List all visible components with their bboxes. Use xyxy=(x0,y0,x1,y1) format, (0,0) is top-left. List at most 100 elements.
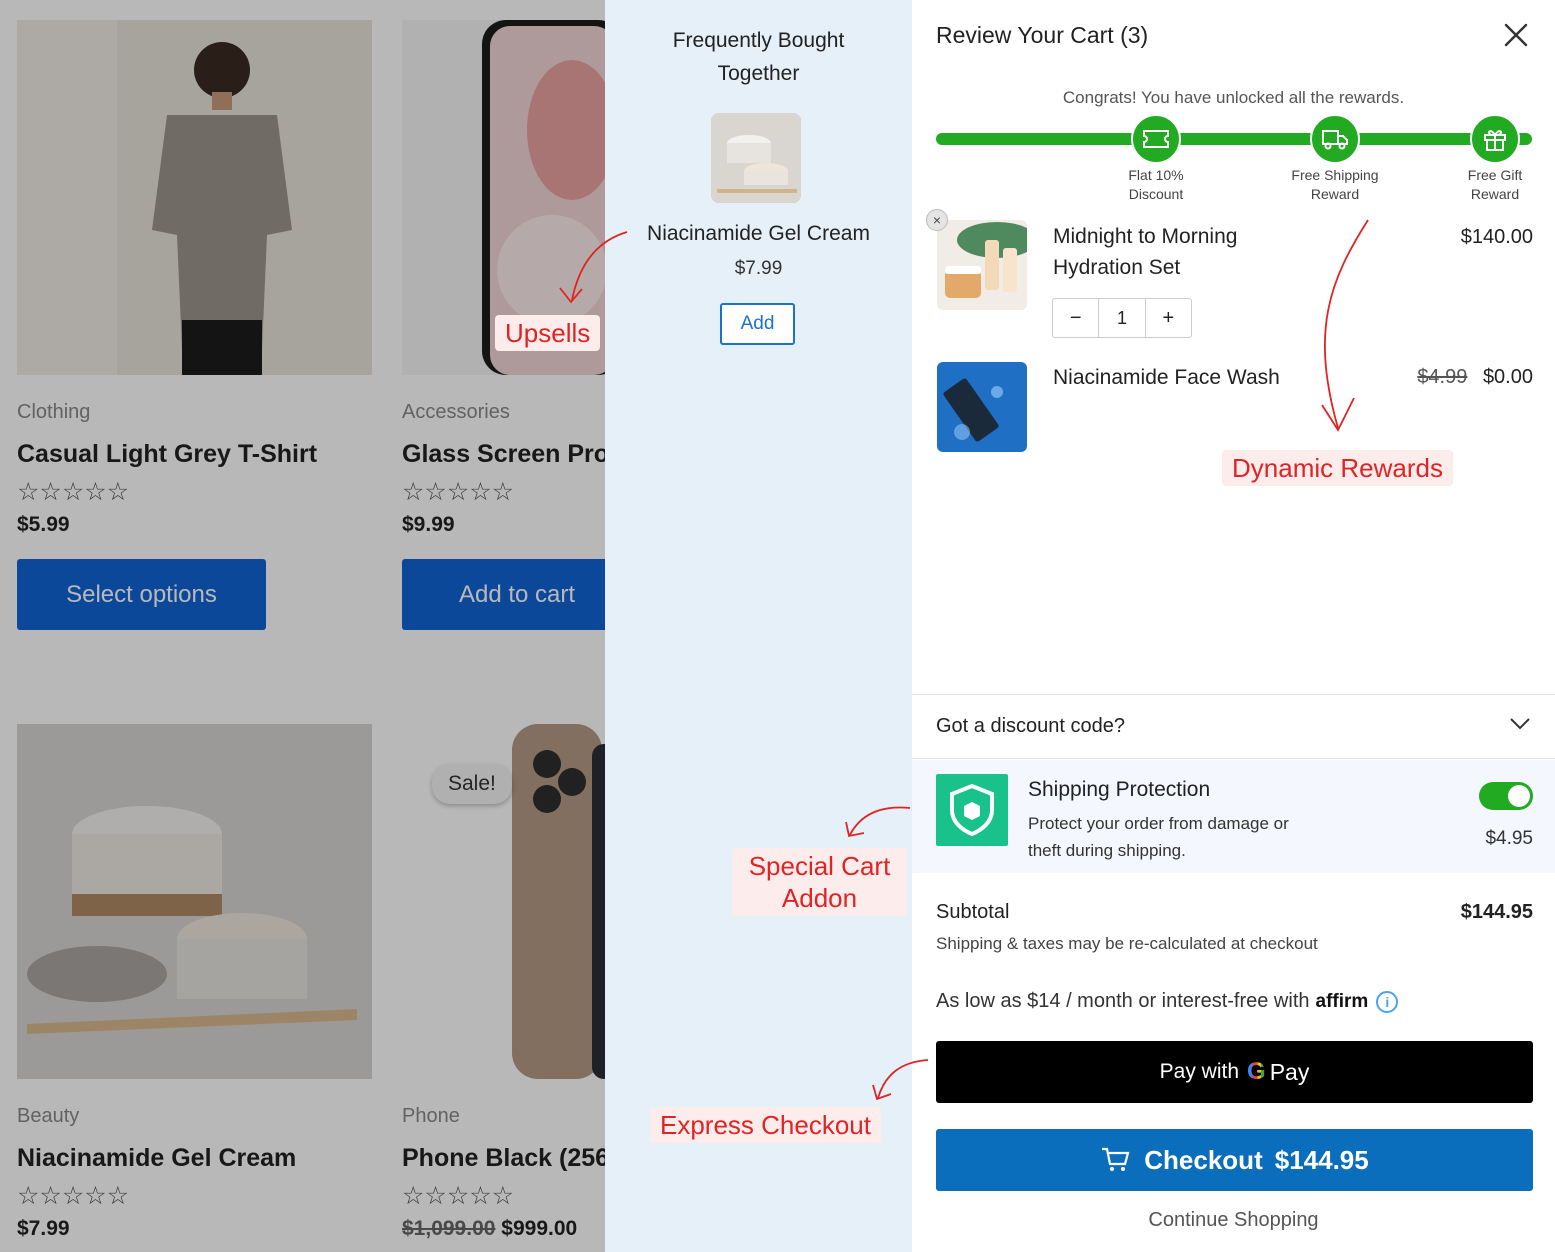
upsell-product-image[interactable] xyxy=(711,113,801,203)
affirm-text: As low as $14 / month or interest-free w… xyxy=(936,990,1310,1012)
discounted-price: $0.00 xyxy=(1482,366,1533,388)
shipping-protection: Shipping Protection Protect your order f… xyxy=(912,760,1555,873)
discount-code-toggle[interactable]: Got a discount code? xyxy=(912,694,1555,759)
product-category: Beauty xyxy=(17,1105,80,1127)
increase-qty-button[interactable]: + xyxy=(1146,299,1191,337)
cart-item-name[interactable]: Niacinamide Face Wash xyxy=(1053,362,1280,393)
cart-item-image[interactable] xyxy=(937,220,1027,310)
product-grid: Clothing Casual Light Grey T-Shirt ☆☆☆☆☆… xyxy=(0,0,605,1252)
rating-stars: ☆☆☆☆☆ xyxy=(402,478,515,506)
product-price: $9.99 xyxy=(402,513,455,536)
product-category: Accessories xyxy=(402,401,510,423)
rating-stars: ☆☆☆☆☆ xyxy=(17,478,130,506)
remove-item-icon[interactable]: × xyxy=(926,209,948,231)
protection-description-line: theft during shipping. xyxy=(1028,841,1186,860)
product-image[interactable] xyxy=(17,724,372,1079)
upsell-product-name[interactable]: Niacinamide Gel Cream xyxy=(605,222,912,246)
shield-icon xyxy=(936,774,1008,846)
product-category: Phone xyxy=(402,1105,460,1127)
protection-price: $4.95 xyxy=(1485,828,1533,849)
checkout-amount: $144.95 xyxy=(1274,1144,1369,1175)
upsell-title-line: Frequently Bought xyxy=(672,29,845,52)
product-card[interactable]: Clothing Casual Light Grey T-Shirt ☆☆☆☆☆… xyxy=(17,20,377,630)
sale-price: $999.00 xyxy=(501,1217,578,1240)
product-name[interactable]: Phone Black (256G xyxy=(402,1144,605,1173)
upsell-title: Frequently Bought Together xyxy=(605,24,912,90)
cart-item-image[interactable] xyxy=(937,362,1027,452)
product-price: $1,099.00 $999.00 xyxy=(402,1217,605,1241)
google-pay-button[interactable]: Pay with G Pay xyxy=(936,1041,1533,1103)
product-price: $5.99 xyxy=(17,513,70,536)
decrease-qty-button[interactable]: − xyxy=(1053,299,1098,337)
cart-item-name[interactable]: Midnight to Morning Hydration Set xyxy=(1053,221,1237,283)
discount-code-label: Got a discount code? xyxy=(936,715,1126,737)
annotation-upsells: Upsells xyxy=(495,315,601,351)
cart-title: Review Your Cart (3) xyxy=(936,22,1149,48)
cart-item-name-line: Hydration Set xyxy=(1053,256,1181,279)
continue-shopping-link[interactable]: Continue Shopping xyxy=(912,1209,1555,1232)
google-g-icon: G xyxy=(1247,1058,1266,1085)
protection-description: Protect your order from damage or theft … xyxy=(1028,810,1348,864)
milestone-label-line: Free Shipping xyxy=(1291,167,1379,183)
upsell-panel: Frequently Bought Together Niacinamide G… xyxy=(605,0,912,1252)
quantity-stepper: − 1 + xyxy=(1052,298,1192,338)
original-price: $4.99 xyxy=(1417,366,1468,388)
ticket-icon xyxy=(1131,114,1181,164)
chevron-down-icon[interactable] xyxy=(1509,717,1531,736)
product-price: $7.99 xyxy=(17,1217,70,1240)
annotation-dynamic-rewards: Dynamic Rewards xyxy=(1222,450,1453,486)
protection-toggle[interactable] xyxy=(1479,782,1533,810)
original-price: $1,099.00 xyxy=(402,1217,496,1240)
add-to-cart-button[interactable]: Add to cart xyxy=(402,559,605,630)
sale-badge: Sale! xyxy=(432,764,512,804)
annotation-special-cart-addon: Special Cart Addon xyxy=(732,848,907,916)
subtotal-label: Subtotal xyxy=(936,901,1010,923)
cart-icon xyxy=(1102,1147,1130,1171)
select-options-button[interactable]: Select options xyxy=(17,559,266,630)
product-category: Clothing xyxy=(17,401,91,423)
cart-drawer: Review Your Cart (3) Congrats! You have … xyxy=(912,0,1555,1252)
rewards-message: Congrats! You have unlocked all the rewa… xyxy=(1062,88,1405,107)
checkout-label: Checkout xyxy=(1144,1144,1263,1175)
rewards-progress-bar xyxy=(936,133,1532,145)
product-name[interactable]: Glass Screen Prote xyxy=(402,440,605,469)
upsell-add-button[interactable]: Add xyxy=(720,303,795,345)
annotation-line: Special Cart xyxy=(748,851,891,881)
cart-item-name-line: Midnight to Morning xyxy=(1053,225,1238,248)
product-name[interactable]: Niacinamide Gel Cream xyxy=(17,1144,377,1173)
product-card[interactable]: Sale! Phone Phone Black (256G ☆☆☆☆☆ $1,0… xyxy=(402,724,605,1241)
milestone-label: Free Shipping Reward xyxy=(1275,166,1395,204)
close-icon[interactable] xyxy=(1501,20,1531,50)
milestone-label: Flat 10% Discount xyxy=(1096,166,1216,204)
cart-item-price: $4.99 $0.00 xyxy=(1417,366,1533,389)
protection-description-line: Protect your order from damage or xyxy=(1028,814,1289,833)
annotation-line: Addon xyxy=(781,883,858,913)
product-image[interactable] xyxy=(17,20,372,375)
gift-icon xyxy=(1470,114,1520,164)
rating-stars: ☆☆☆☆☆ xyxy=(402,1182,515,1210)
milestone-label-line: Reward xyxy=(1470,186,1520,202)
gpay-prefix: Pay with xyxy=(1159,1060,1240,1083)
product-image[interactable]: Sale! xyxy=(402,724,605,1079)
product-name[interactable]: Casual Light Grey T-Shirt xyxy=(17,440,377,469)
upsell-product-price: $7.99 xyxy=(734,258,783,279)
milestone-label-line: Reward xyxy=(1310,186,1360,202)
shipping-note: Shipping & taxes may be re-calculated at… xyxy=(936,934,1318,953)
affirm-message: As low as $14 / month or interest-free w… xyxy=(936,990,1399,1013)
milestone-label-line: Flat 10% xyxy=(1128,167,1184,183)
milestone-label: Free Gift Reward xyxy=(1435,166,1555,204)
info-icon[interactable]: i xyxy=(1376,990,1399,1013)
affirm-logo: affirm xyxy=(1315,990,1369,1012)
protection-title: Shipping Protection xyxy=(1028,778,1211,801)
subtotal-value: $144.95 xyxy=(1460,901,1533,923)
upsell-title-line: Together xyxy=(717,62,800,85)
cart-item-price: $140.00 xyxy=(1460,226,1533,248)
truck-icon xyxy=(1310,114,1360,164)
gpay-pay-text: Pay xyxy=(1269,1058,1310,1085)
quantity-value[interactable]: 1 xyxy=(1098,299,1146,337)
rating-stars: ☆☆☆☆☆ xyxy=(17,1182,130,1210)
milestone-label-line: Discount xyxy=(1128,186,1184,202)
product-card[interactable]: Beauty Niacinamide Gel Cream ☆☆☆☆☆ $7.99 xyxy=(17,724,377,1241)
annotation-express-checkout: Express Checkout xyxy=(650,1107,881,1143)
checkout-button[interactable]: Checkout $144.95 xyxy=(936,1129,1533,1191)
